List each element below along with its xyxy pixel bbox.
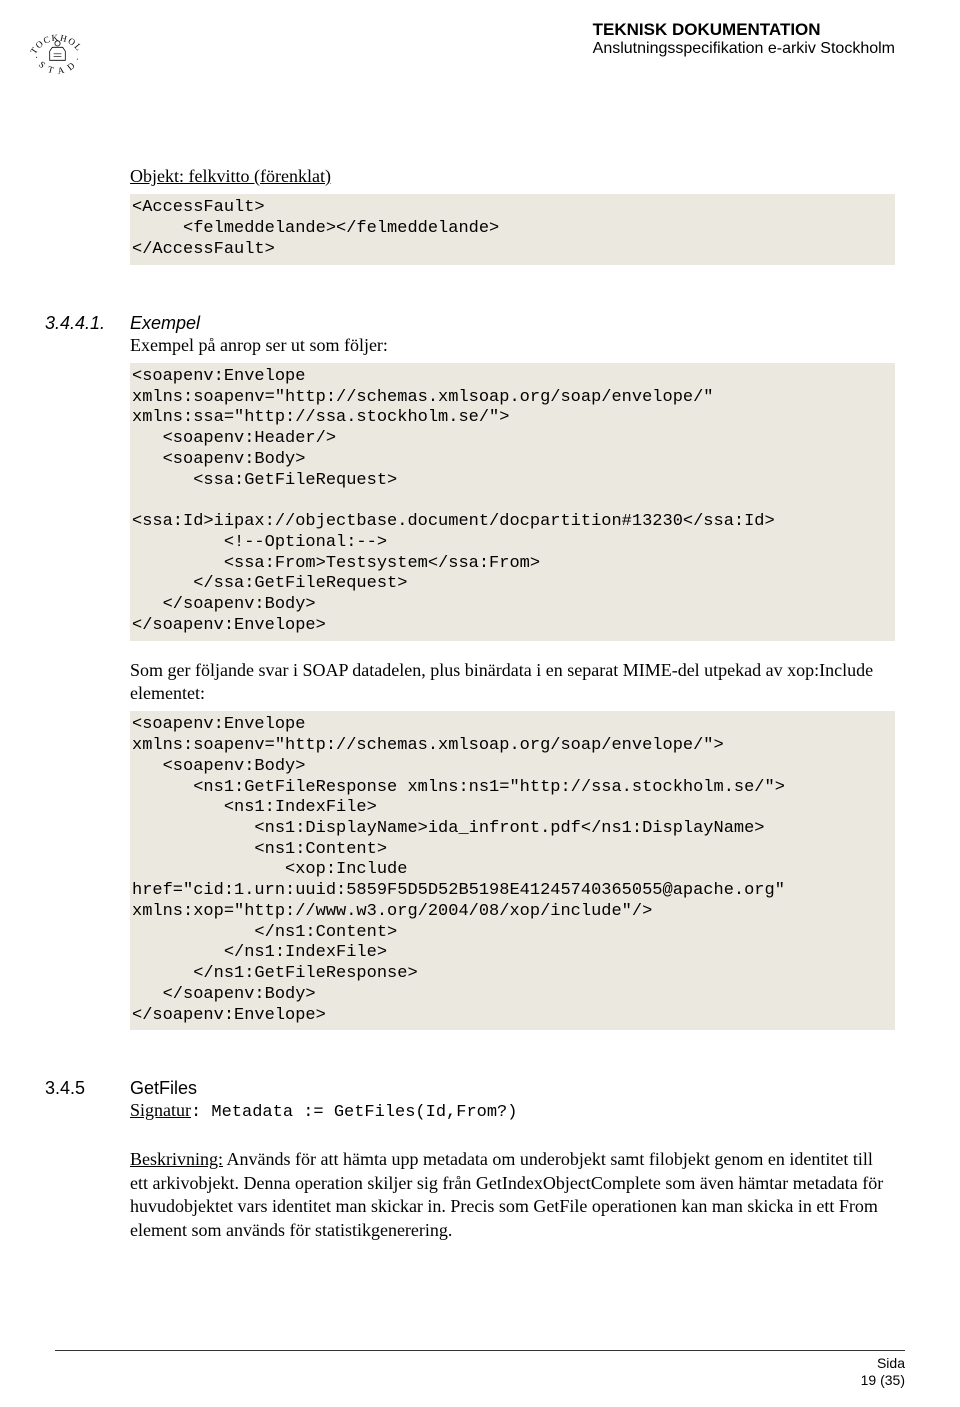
doc-subtitle: Anslutningsspecifikation e-arkiv Stockho… (593, 40, 895, 58)
code-response: <soapenv:Envelope xmlns:soapenv="http://… (130, 711, 895, 1030)
page-footer: Sida 19 (35) (55, 1350, 905, 1389)
description-label: Beskrivning: (130, 1149, 223, 1169)
page-header: STOCKHOLM · S T A D · TEKNISK DOKUMENTAT… (55, 20, 905, 85)
description-text: Används för att hämta upp metadata om un… (130, 1149, 883, 1239)
signature-line: Signatur: Metadata := GetFiles(Id,From?) (130, 1099, 895, 1124)
description-paragraph: Beskrivning: Används för att hämta upp m… (130, 1148, 895, 1242)
signature-label: Signatur (130, 1100, 191, 1120)
svg-text:· S T A D ·: · S T A D · (32, 54, 84, 76)
header-text: TEKNISK DOKUMENTATION Anslutningsspecifi… (593, 20, 895, 85)
example-between: Som ger följande svar i SOAP datadelen, … (130, 659, 895, 706)
doc-title: TEKNISK DOKUMENTATION (593, 20, 895, 40)
section-number-34441: 3.4.4.1. (45, 313, 130, 334)
svg-text:STOCKHOLM: STOCKHOLM (25, 20, 85, 56)
object-heading: Objekt: felkvitto (förenklat) (130, 165, 895, 188)
section-title-getfiles: GetFiles (130, 1078, 197, 1099)
signature-code: : Metadata := GetFiles(Id,From?) (191, 1103, 517, 1122)
section-number-345: 3.4.5 (45, 1078, 130, 1099)
example-intro: Exempel på anrop ser ut som följer: (130, 334, 895, 357)
code-accessfault: <AccessFault> <felmeddelande></felmeddel… (130, 194, 895, 264)
stockholm-logo: STOCKHOLM · S T A D · (25, 20, 90, 85)
section-title-exempel: Exempel (130, 313, 200, 334)
footer-label: Sida (55, 1355, 905, 1372)
footer-page: 19 (35) (55, 1372, 905, 1389)
code-request: <soapenv:Envelope xmlns:soapenv="http://… (130, 363, 895, 641)
